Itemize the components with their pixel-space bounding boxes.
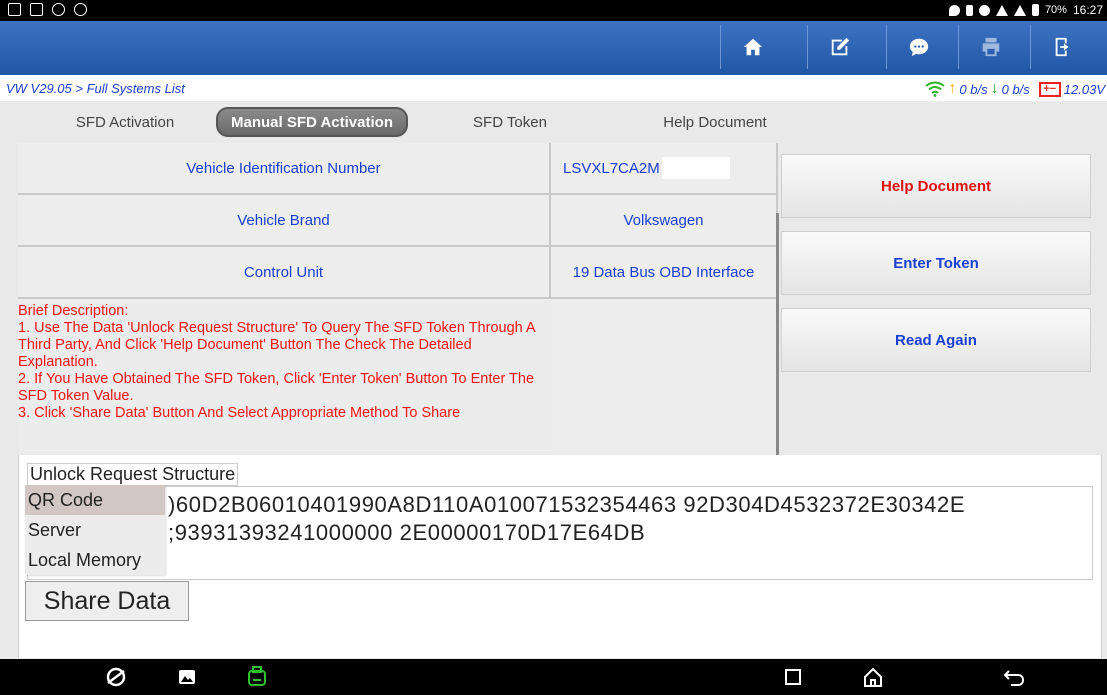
back-button[interactable] <box>1003 666 1025 688</box>
control-unit-value: 19 Data Bus OBD Interface <box>551 247 778 299</box>
unlock-structure-value[interactable]: )60D2B06010401990A8D110A010071532354463 … <box>27 486 1093 580</box>
download-rate: 0 b/s <box>1001 81 1030 97</box>
usb-notification-icon <box>30 3 43 16</box>
wifi-signal-icon <box>925 81 946 97</box>
upload-arrow-icon: ↑ <box>948 80 957 97</box>
record-notification-icon <box>52 3 65 16</box>
edit-report-button[interactable] <box>807 25 871 69</box>
hex-line-2: ;93931393241000000 2E00000170D17E64DB <box>168 520 646 545</box>
home-icon <box>743 38 762 56</box>
share-data-button[interactable]: Share Data <box>25 581 189 621</box>
share-method-menu: QR Code Server Local Memory <box>25 485 165 575</box>
share-option-server[interactable]: Server <box>25 515 165 545</box>
brand-value: Volkswagen <box>551 195 778 247</box>
dnd-icon <box>978 4 990 16</box>
print-button[interactable] <box>958 25 1022 69</box>
tab-help-document[interactable]: Help Document <box>630 107 800 137</box>
edit-icon <box>831 37 849 56</box>
description-title: Brief Description: <box>18 303 129 319</box>
voltage: 12.03V <box>1063 81 1105 97</box>
description-step-2: 2. If You Have Obtained The SFD Token, C… <box>18 371 535 404</box>
brand-label: Vehicle Brand <box>18 195 551 247</box>
hex-line-1: )60D2B06010401990A8D110A010071532354463 … <box>168 492 966 517</box>
download-arrow-icon: ↓ <box>990 80 999 97</box>
unlock-structure-label: Unlock Request Structure <box>27 463 239 486</box>
navigation-bar <box>0 659 1107 695</box>
gallery-icon <box>179 670 195 684</box>
gallery-button[interactable] <box>176 666 198 688</box>
clock: 16:27 <box>1072 3 1103 17</box>
screen: 70% 16:27 VW V29.05 > Full Systems List <box>0 0 1107 695</box>
battery-icon <box>1031 4 1039 16</box>
vin-value: LSVXL7CA2M <box>563 159 660 177</box>
vin-value-cell: LSVXL7CA2M <box>551 143 778 195</box>
vin-redaction <box>661 157 730 179</box>
vci-icon <box>248 666 266 686</box>
print-icon <box>982 37 999 57</box>
recents-icon <box>785 669 801 685</box>
location-icon <box>948 4 960 16</box>
tab-manual-sfd-activation[interactable]: Manual SFD Activation <box>216 107 408 137</box>
read-again-button[interactable]: Read Again <box>781 308 1091 372</box>
control-unit-label: Control Unit <box>18 247 551 299</box>
main-panel: SFD Activation Manual SFD Activation SFD… <box>0 101 1107 659</box>
connection-status: ↑ 0 b/s ↓ 0 b/s +− 12.03V <box>925 80 1105 98</box>
breadcrumb: VW V29.05 > Full Systems List <box>6 81 185 96</box>
share-option-qr-code[interactable]: QR Code <box>25 485 165 515</box>
back-icon <box>1003 670 1025 686</box>
tab-bar: SFD Activation Manual SFD Activation SFD… <box>0 101 1107 143</box>
info-table: Vehicle Identification Number LSVXL7CA2M… <box>18 143 779 455</box>
home-nav-icon <box>864 667 882 687</box>
table-scrollbar[interactable] <box>776 213 779 455</box>
browser-icon <box>106 667 126 687</box>
vin-label: Vehicle Identification Number <box>18 143 551 195</box>
notification-icons <box>8 3 87 16</box>
browser-button[interactable] <box>105 666 127 688</box>
upload-rate: 0 b/s <box>959 81 988 97</box>
system-status: 70% 16:27 <box>948 3 1103 17</box>
tab-sfd-token[interactable]: SFD Token <box>450 107 570 137</box>
home-button[interactable] <box>720 25 784 69</box>
breadcrumb-bar: VW V29.05 > Full Systems List ↑ 0 b/s ↓ … <box>0 77 1107 101</box>
description-value-cell <box>551 299 778 455</box>
description-step-1: 1. Use The Data 'Unlock Request Structur… <box>18 320 535 370</box>
top-toolbar <box>0 21 1107 75</box>
car-battery-icon: +− <box>1038 81 1061 97</box>
share-option-local-memory[interactable]: Local Memory <box>25 545 165 575</box>
exit-button[interactable] <box>1030 25 1094 69</box>
tab-sfd-activation[interactable]: SFD Activation <box>40 107 210 137</box>
brief-description: Brief Description: 1. Use The Data 'Unlo… <box>18 299 550 455</box>
battery-percent: 70% <box>1044 4 1067 16</box>
unlock-section: Unlock Request Structure )60D2B060104019… <box>18 455 1102 658</box>
bluetooth-icon <box>965 4 973 16</box>
bluetooth-notification-icon <box>74 3 87 16</box>
chat-icon <box>909 38 928 57</box>
recents-button[interactable] <box>782 666 804 688</box>
help-document-button[interactable]: Help Document <box>781 154 1091 218</box>
status-bar: 70% 16:27 <box>0 0 1107 21</box>
enter-token-button[interactable]: Enter Token <box>781 231 1091 295</box>
home-nav-button[interactable] <box>862 666 884 688</box>
vci-button[interactable] <box>246 666 268 688</box>
description-step-3: 3. Click 'Share Data' Button And Select … <box>18 405 461 421</box>
signal-icon <box>1013 4 1026 16</box>
chat-button[interactable] <box>886 25 950 69</box>
wifi-icon <box>995 4 1008 16</box>
exit-icon <box>1055 37 1068 57</box>
image-notification-icon <box>8 3 21 16</box>
